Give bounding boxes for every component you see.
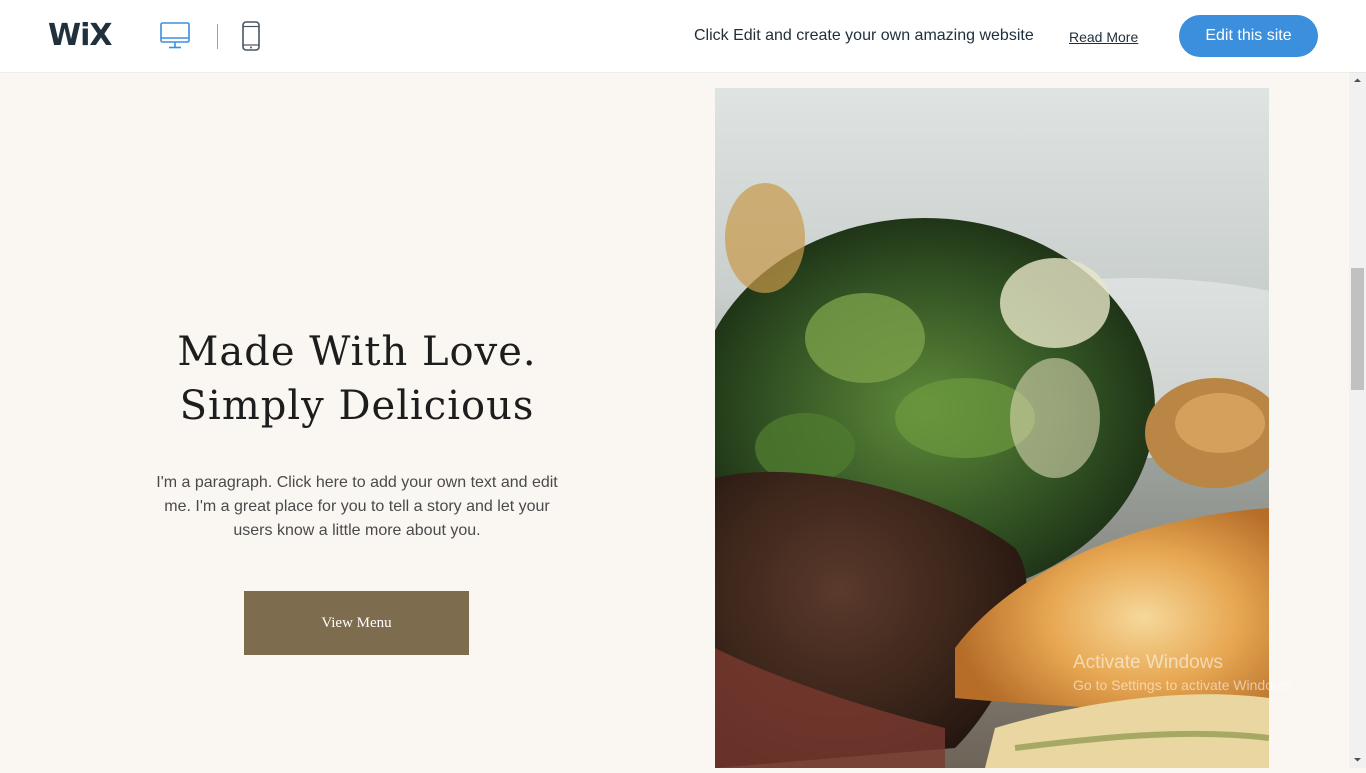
mobile-view-toggle[interactable] [240,20,262,52]
view-menu-button[interactable]: View Menu [244,591,469,655]
activate-windows-title: Activate Windows [1073,652,1223,673]
device-toggle-divider [217,24,218,49]
scroll-up-button[interactable] [1349,72,1366,89]
wix-preview-bar: WiX Click Edit and create your own amazi… [0,0,1366,72]
wix-logo[interactable]: WiX [48,18,113,54]
read-more-link[interactable]: Read More [1069,28,1138,46]
mobile-phone-icon [242,21,260,51]
hero-title: Made With Love. Simply Delicious [130,325,584,433]
desktop-monitor-icon [160,22,190,49]
promo-message: Click Edit and create your own amazing w… [694,27,1034,44]
arrow-up-icon [1354,78,1361,82]
scrollbar-thumb[interactable] [1351,268,1364,390]
vertical-scrollbar[interactable] [1349,72,1366,768]
hero-paragraph: I'm a paragraph. Click here to add your … [156,474,558,539]
scroll-down-button[interactable] [1349,751,1366,768]
hero-title-line-1: Made With Love. [177,329,537,375]
activate-windows-subtitle: Go to Settings to activate Windows. [1073,677,1294,693]
hero-title-line-2: Simply Delicious [179,383,535,429]
edit-this-site-button[interactable]: Edit this site [1179,15,1318,57]
arrow-down-icon [1354,758,1361,762]
desktop-view-toggle[interactable] [158,20,192,52]
